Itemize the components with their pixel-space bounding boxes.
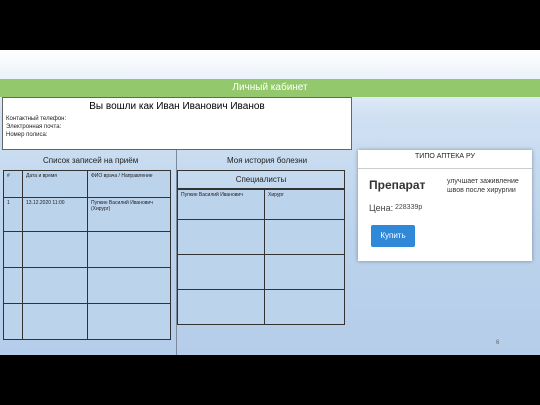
table-header-row: # Дата и время ФИО врача / Направление bbox=[3, 170, 171, 198]
table-row bbox=[177, 254, 345, 290]
page-number: 6 bbox=[496, 340, 500, 346]
table-row bbox=[3, 303, 171, 340]
pharmacy-title: ТИПО АПТЕКА РУ bbox=[415, 153, 475, 160]
price-label: Цена: bbox=[369, 203, 394, 213]
divider bbox=[358, 168, 532, 169]
cell: Хирург bbox=[264, 189, 345, 220]
column-header: Дата и время bbox=[22, 170, 88, 198]
phone-label: Контактный телефон: bbox=[6, 116, 67, 122]
table-row[interactable]: Пупкин Василий Иванович Хирург bbox=[177, 189, 345, 220]
history-table: Пупкин Василий Иванович Хирург bbox=[177, 189, 345, 325]
history-title: Моя история болезни bbox=[227, 156, 308, 165]
buy-button[interactable]: Купить bbox=[371, 225, 415, 247]
cell: Пупкин Василий Иванович bbox=[177, 189, 265, 220]
cell: 13.12.2020 11:00 bbox=[22, 197, 88, 232]
appointments-table: # Дата и время ФИО врача / Направление 1… bbox=[3, 170, 171, 340]
appointments-title: Список записей на приём bbox=[43, 156, 139, 165]
email-label: Электронная почта: bbox=[6, 124, 62, 130]
specialists-header: Специалисты bbox=[177, 170, 345, 189]
table-row bbox=[3, 231, 171, 268]
greeting: Вы вошли как Иван Иванович Иванов bbox=[89, 101, 265, 112]
cell: Пупкин Василий Иванович (Хирург) bbox=[87, 197, 171, 232]
cell: 1 bbox=[3, 197, 23, 232]
product-name: Препарат bbox=[369, 178, 426, 192]
table-row[interactable]: 1 13.12.2020 11:00 Пупкин Василий Иванов… bbox=[3, 197, 171, 232]
product-description: улучшает заживление швов после хирургии bbox=[447, 178, 519, 194]
table-row bbox=[177, 289, 345, 325]
slide: Личный кабинет Вы вошли как Иван Иванови… bbox=[0, 50, 540, 355]
page-header: Личный кабинет bbox=[0, 79, 540, 97]
table-row bbox=[177, 219, 345, 255]
column-header: # bbox=[3, 170, 23, 198]
column-header: ФИО врача / Направление bbox=[87, 170, 171, 198]
policy-label: Номер полиса: bbox=[6, 132, 48, 138]
table-row bbox=[3, 267, 171, 304]
profile-panel: Вы вошли как Иван Иванович Иванов Контак… bbox=[2, 97, 352, 150]
pharmacy-card: ТИПО АПТЕКА РУ Препарат Цена: 228339р ул… bbox=[358, 150, 532, 261]
price-value: 228339р bbox=[395, 204, 423, 211]
